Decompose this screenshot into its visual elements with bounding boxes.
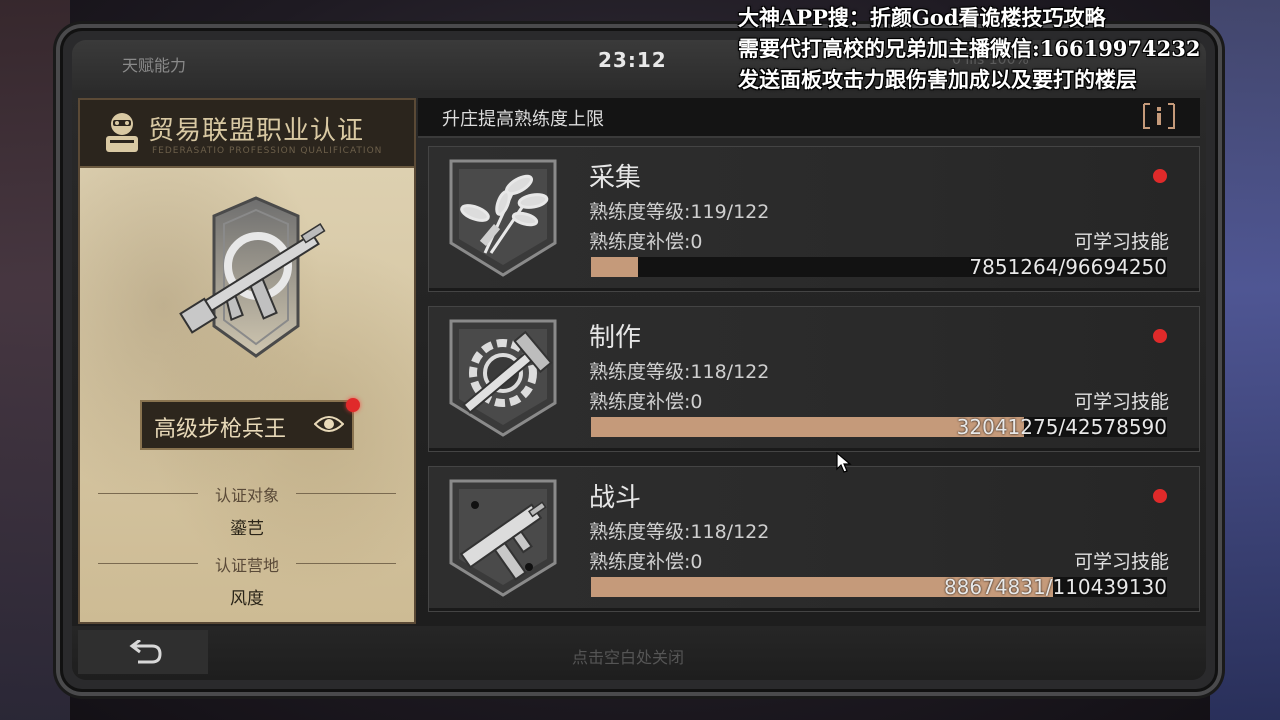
eye-icon[interactable] xyxy=(314,414,344,434)
footer-bar: 点击空白处关闭 xyxy=(72,626,1206,680)
submachine-gun-icon xyxy=(449,479,557,597)
skills-title: 升庄提高熟练度上限 xyxy=(442,109,604,130)
skill-card-gathering[interactable]: 采集 熟练度等级:119/122 熟练度补偿:0 可学习技能 7851264/9… xyxy=(428,146,1200,292)
game-screen: 天赋能力 23:12 0 ilis 100% 贸易联盟职业认证 FEDERASA… xyxy=(72,40,1206,680)
stream-overlay: 大神APP搜：折颜God看诡楼技巧攻略 需要代打高校的兄弟加主播微信:16619… xyxy=(738,2,1278,95)
certification-subtitle: FEDERASATIO PROFESSION QUALIFICATION xyxy=(152,146,383,156)
target-value: 鎏芑 xyxy=(230,519,264,539)
skill-compensation: 熟练度补偿:0 xyxy=(589,391,703,413)
certification-panel: 贸易联盟职业认证 FEDERASATIO PROFESSION QUALIFIC… xyxy=(78,98,416,624)
skill-card-crafting[interactable]: 制作 熟练度等级:118/122 熟练度补偿:0 可学习技能 32041275/… xyxy=(428,306,1200,452)
skills-header: 升庄提高熟练度上限 xyxy=(418,98,1200,138)
skill-name: 制作 xyxy=(589,323,642,353)
clock: 23:12 xyxy=(598,48,667,72)
progress-text: 7851264/96694250 xyxy=(969,255,1167,279)
camp-label: 认证营地 xyxy=(214,556,279,575)
back-arrow-icon xyxy=(129,640,162,664)
progress-text: 32041275/42578590 xyxy=(956,415,1167,439)
background-right xyxy=(1210,0,1280,720)
progress-bar: 7851264/96694250 xyxy=(591,255,1167,279)
rank-title: 高级步枪兵王 xyxy=(154,417,287,442)
notification-dot xyxy=(1153,489,1167,503)
progress-text: 88674831/110439130 xyxy=(943,575,1167,599)
leaf-bundle-icon xyxy=(449,159,557,277)
progress-bar: 88674831/110439130 xyxy=(591,575,1167,599)
skill-level: 熟练度等级:118/122 xyxy=(589,361,770,383)
overlay-line-3: 发送面板攻击力跟伤害加成以及要打的楼层 xyxy=(738,67,1137,92)
gear-hammer-icon xyxy=(449,319,557,437)
target-label: 认证对象 xyxy=(214,486,279,505)
learnable-skill-label[interactable]: 可学习技能 xyxy=(1074,547,1169,574)
overlay-line-2: 需要代打高校的兄弟加主播微信:16619974232 xyxy=(738,36,1201,61)
skill-name: 战斗 xyxy=(589,483,642,513)
back-button[interactable] xyxy=(78,630,208,674)
learnable-skill-label[interactable]: 可学习技能 xyxy=(1074,227,1169,254)
overlay-line-1: 大神APP搜：折颜God看诡楼技巧攻略 xyxy=(738,5,1106,30)
skill-level: 熟练度等级:119/122 xyxy=(589,201,770,223)
skill-compensation: 熟练度补偿:0 xyxy=(589,551,703,573)
notification-dot xyxy=(1153,329,1167,343)
progress-bar: 32041275/42578590 xyxy=(591,415,1167,439)
skill-level: 熟练度等级:118/122 xyxy=(589,521,770,543)
skill-name: 采集 xyxy=(589,163,642,193)
mouse-cursor-icon xyxy=(836,452,852,473)
assault-rifle-emblem-icon xyxy=(179,196,326,358)
certification-title: 贸易联盟职业认证 xyxy=(148,116,365,146)
rank-notification-dot xyxy=(346,398,360,412)
rank-badge[interactable]: 高级步枪兵王 xyxy=(140,400,354,450)
info-icon[interactable] xyxy=(1142,102,1176,130)
skill-card-combat[interactable]: 战斗 熟练度等级:118/122 熟练度补偿:0 可学习技能 88674831/… xyxy=(428,466,1200,612)
progress-fill xyxy=(591,257,638,277)
close-hint[interactable]: 点击空白处关闭 xyxy=(572,644,684,668)
tab-title[interactable]: 天赋能力 xyxy=(122,52,186,76)
certification-body: 高级步枪兵王 认证对象 鎏芑 认证营地 风度 xyxy=(80,168,414,622)
notification-dot xyxy=(1153,169,1167,183)
certification-header: 贸易联盟职业认证 FEDERASATIO PROFESSION QUALIFIC… xyxy=(80,100,414,168)
camp-value: 风度 xyxy=(230,589,264,609)
federation-logo-icon xyxy=(106,113,138,152)
learnable-skill-label[interactable]: 可学习技能 xyxy=(1074,387,1169,414)
skill-compensation: 熟练度补偿:0 xyxy=(589,231,703,253)
